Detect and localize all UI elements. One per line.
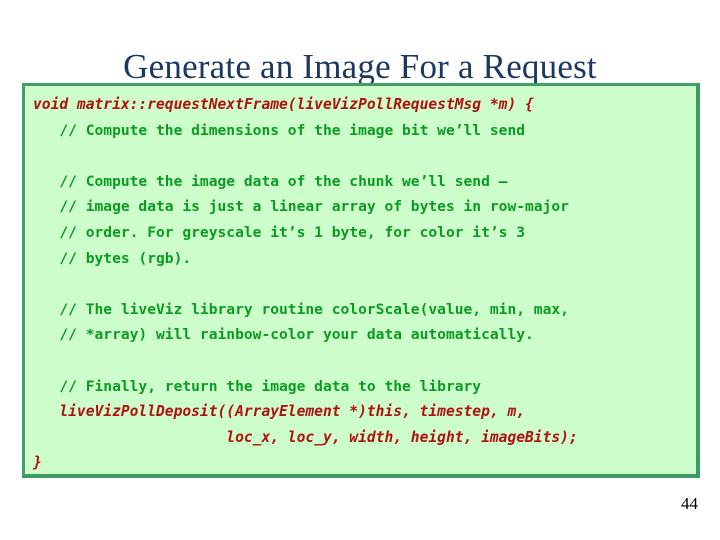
code-line: // image data is just a linear array of …: [33, 198, 569, 216]
code-line: // *array) will rainbow-color your data …: [33, 326, 534, 344]
code-line: liveVizPollDeposit((ArrayElement *)this,…: [33, 403, 526, 421]
code-line: // The liveViz library routine colorScal…: [33, 300, 569, 318]
code-listing-box: void matrix::requestNextFrame(liveVizPol…: [22, 83, 700, 478]
code-listing-lines: void matrix::requestNextFrame(liveVizPol…: [25, 86, 696, 474]
code-line: loc_x, loc_y, width, height, imageBits);: [33, 428, 578, 446]
code-line: void matrix::requestNextFrame(liveVizPol…: [33, 96, 534, 113]
code-line: // order. For greyscale it’s 1 byte, for…: [33, 223, 526, 241]
code-line: }: [33, 454, 42, 472]
page-number: 44: [681, 494, 698, 513]
code-line: // Compute the image data of the chunk w…: [33, 172, 508, 190]
slide: Generate an Image For a Request void mat…: [0, 0, 720, 540]
code-line: // Finally, return the image data to the…: [33, 377, 482, 395]
code-line: // bytes (rgb).: [33, 249, 192, 267]
code-line: // Compute the dimensions of the image b…: [33, 121, 526, 139]
